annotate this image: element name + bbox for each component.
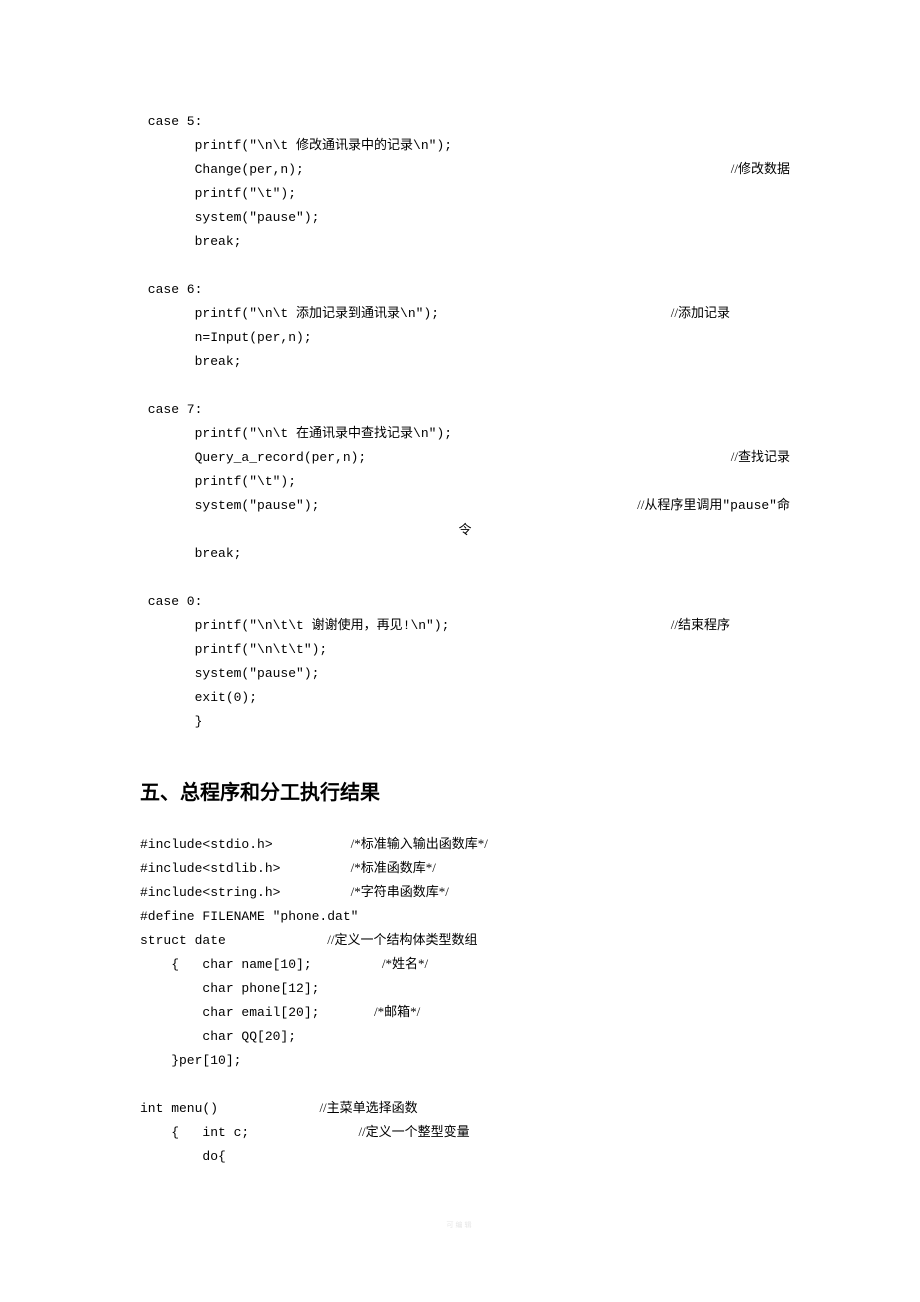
code-fragment: { char name[10]; (140, 957, 382, 972)
code-fragment: printf("\n\t (140, 306, 296, 321)
code-comment: //定义一个结构体类型数组 (327, 929, 477, 948)
code-fragment: #include<stdlib.h> (140, 861, 351, 876)
code-case6-l2: n=Input(per,n); (140, 326, 790, 350)
code-comment: /*邮箱*/ (374, 1001, 420, 1020)
code-comment: /*标准输入输出函数库*/ (351, 833, 488, 852)
code-fragment: Change(per,n); (140, 162, 304, 177)
prog-l11: int menu() //主菜单选择函数 (140, 1097, 790, 1121)
code-comment: /*标准函数库*/ (351, 857, 436, 876)
code-case6-l3: break; (140, 350, 790, 374)
code-case5-header: case 5: (140, 110, 790, 134)
code-case6-l1: printf("\n\t 添加记录到通讯录\n"); //添加记录 (140, 302, 790, 326)
code-case5-l5: break; (140, 230, 790, 254)
code-fragment: #include<string.h> (140, 885, 351, 900)
code-fragment: #include<stdio.h> (140, 837, 351, 852)
prog-l7: char phone[12]; (140, 977, 790, 1001)
prog-l8: char email[20]; /*邮箱*/ (140, 1001, 790, 1025)
code-comment: //结束程序 (449, 614, 790, 633)
code-comment: //修改数据 (304, 158, 790, 177)
code-fragment: printf("\n\t (140, 138, 296, 153)
code-fragment: !\n"); (403, 618, 450, 633)
prog-l13: do{ (140, 1145, 790, 1169)
prog-l6: { char name[10]; /*姓名*/ (140, 953, 790, 977)
code-fragment: int menu() (140, 1101, 319, 1116)
code-string-cjk: 添加记录到通讯录 (296, 305, 400, 320)
prog-l3: #include<string.h> /*字符串函数库*/ (140, 881, 790, 905)
prog-l4: #define FILENAME "phone.dat" (140, 905, 790, 929)
document-page: case 5: printf("\n\t 修改通讯录中的记录\n"); Chan… (0, 0, 920, 1302)
prog-l10: }per[10]; (140, 1049, 790, 1073)
code-comment-split: //从程序里调用"pause"命 (319, 494, 790, 513)
code-case7-l1: printf("\n\t 在通讯录中查找记录\n"); (140, 422, 790, 446)
code-case0-l3: system("pause"); (140, 662, 790, 686)
code-case7-l3: printf("\t"); (140, 470, 790, 494)
code-comment-continuation: 令 (140, 518, 790, 542)
section-heading: 五、总程序和分工执行结果 (140, 776, 790, 805)
code-fragment: \n"); (400, 306, 439, 321)
code-case5-l2: Change(per,n); //修改数据 (140, 158, 790, 182)
code-fragment: \n"); (413, 138, 452, 153)
code-case0-l2: printf("\n\t\t"); (140, 638, 790, 662)
code-fragment: { int c; (140, 1125, 358, 1140)
prog-l12: { int c; //定义一个整型变量 (140, 1121, 790, 1145)
code-string-cjk: 在通讯录中查找记录 (296, 425, 413, 440)
code-string-cjk: 修改通讯录中的记录 (296, 137, 413, 152)
code-comment: //添加记录 (439, 302, 790, 321)
prog-l1: #include<stdio.h> /*标准输入输出函数库*/ (140, 833, 790, 857)
prog-l5: struct date //定义一个结构体类型数组 (140, 929, 790, 953)
code-case0-l5: } (140, 710, 790, 734)
code-case0-l4: exit(0); (140, 686, 790, 710)
page-footer-watermark: 可编辑 (0, 1220, 920, 1230)
code-fragment: struct date (140, 933, 327, 948)
code-comment: //主菜单选择函数 (319, 1097, 417, 1116)
code-fragment: printf("\n\t (140, 426, 296, 441)
code-case5-l1: printf("\n\t 修改通讯录中的记录\n"); (140, 134, 790, 158)
code-case0-header: case 0: (140, 590, 790, 614)
code-case0-l1: printf("\n\t\t 谢谢使用，再见!\n"); //结束程序 (140, 614, 790, 638)
prog-l9: char QQ[20]; (140, 1025, 790, 1049)
code-case7-l2: Query_a_record(per,n); //查找记录 (140, 446, 790, 470)
code-comment: /*姓名*/ (382, 953, 428, 972)
code-fragment: printf("\n\t\t (140, 618, 312, 633)
code-fragment: Query_a_record(per,n); (140, 450, 366, 465)
code-fragment: \n"); (413, 426, 452, 441)
code-fragment: system("pause"); (140, 498, 319, 513)
code-comment: //定义一个整型变量 (358, 1121, 469, 1140)
code-string-cjk: 谢谢使用，再见 (312, 617, 403, 632)
code-case5-l4: system("pause"); (140, 206, 790, 230)
code-comment: /*字符串函数库*/ (351, 881, 449, 900)
prog-l2: #include<stdlib.h> /*标准函数库*/ (140, 857, 790, 881)
code-case6-header: case 6: (140, 278, 790, 302)
code-case7-l5: break; (140, 542, 790, 566)
code-fragment: char email[20]; (140, 1005, 374, 1020)
code-comment: //查找记录 (366, 446, 790, 465)
code-case5-l3: printf("\t"); (140, 182, 790, 206)
code-case7-l4: system("pause"); //从程序里调用"pause"命 (140, 494, 790, 518)
code-case7-header: case 7: (140, 398, 790, 422)
